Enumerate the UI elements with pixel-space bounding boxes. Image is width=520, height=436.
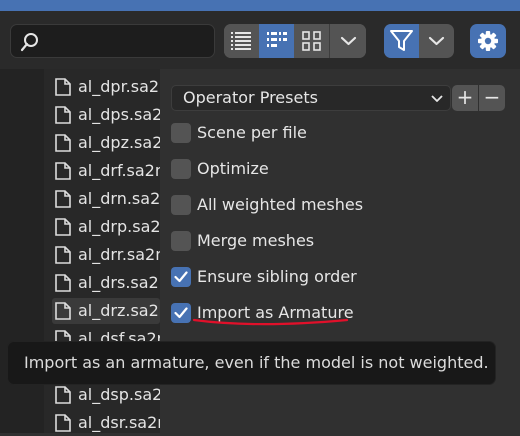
list-view-icon [231, 32, 251, 50]
option-checkbox[interactable] [171, 303, 191, 323]
annotation-underline [192, 318, 349, 326]
option-checkbox[interactable] [171, 267, 191, 287]
file-name: al_drr.sa2mdl [78, 245, 160, 264]
thumbnail-view-button[interactable] [294, 24, 329, 58]
vertical-list-button[interactable] [259, 24, 294, 58]
file-name: al_dpz.sa2mdl [78, 133, 160, 152]
file-name: al_dpr.sa2mdl [78, 77, 160, 96]
file-icon [55, 190, 71, 212]
option-checkbox[interactable] [171, 195, 191, 215]
option-row[interactable]: Scene per file [171, 122, 471, 146]
search-icon [20, 33, 38, 52]
file-list-item[interactable]: al_drs.sa2mdl [52, 270, 160, 296]
chevron-down-icon [340, 36, 357, 46]
file-list-item[interactable]: al_drr.sa2mdl [52, 242, 160, 268]
file-icon [55, 106, 71, 128]
list-vertical-icon [267, 32, 287, 47]
option-row[interactable]: Ensure sibling order [171, 266, 471, 290]
remove-preset-button[interactable]: − [479, 85, 505, 111]
tooltip: Import as an armature, even if the model… [7, 341, 496, 385]
list-view-button[interactable] [224, 24, 259, 58]
option-checkbox[interactable] [171, 123, 191, 143]
file-icon [55, 302, 71, 324]
option-label: Optimize [197, 159, 269, 178]
file-name: al_drf.sa2mdl [78, 161, 160, 180]
option-label: Merge meshes [197, 231, 315, 250]
file-icon [55, 386, 71, 408]
file-list-item[interactable]: al_dps.sa2mdl [52, 102, 160, 128]
file-list-item[interactable]: al_dpz.sa2mdl [52, 130, 160, 156]
file-list-item[interactable]: al_drn.sa2mdl [52, 186, 160, 212]
option-row[interactable]: Optimize [171, 158, 471, 182]
gear-icon [478, 31, 498, 51]
display-mode-dropdown[interactable] [329, 24, 366, 58]
file-name: al_drs.sa2mdl [78, 273, 160, 292]
file-name: al_dps.sa2mdl [78, 105, 160, 124]
tooltip-text: Import as an armature, even if the model… [24, 353, 489, 372]
thumbnail-view-icon [302, 31, 321, 51]
file-list-item[interactable]: al_dsr.sa2mdl [52, 410, 160, 436]
search-field[interactable] [10, 24, 215, 58]
option-label: Ensure sibling order [197, 267, 357, 286]
filter-dropdown[interactable] [419, 24, 454, 58]
file-icon [55, 162, 71, 184]
option-label: Scene per file [197, 123, 307, 142]
file-name: al_drz.sa2mdl [78, 301, 160, 320]
filter-icon [390, 30, 413, 51]
option-row[interactable]: All weighted meshes [171, 194, 471, 218]
display-mode-group [224, 24, 366, 58]
filter-toggle-button[interactable] [384, 24, 419, 58]
file-list-item[interactable]: al_drf.sa2mdl [52, 158, 160, 184]
chevron-down-icon [428, 36, 445, 46]
top-accent-bar [0, 0, 520, 11]
option-label: All weighted meshes [197, 195, 364, 214]
file-list-item[interactable]: al_drp.sa2mdl [52, 214, 160, 240]
settings-button[interactable] [470, 24, 506, 58]
file-name: al_drn.sa2mdl [78, 189, 160, 208]
chevron-down-icon [431, 95, 443, 102]
operator-presets-dropdown[interactable]: Operator Presets [171, 85, 451, 111]
file-list-item[interactable]: al_drz.sa2mdl [52, 298, 160, 324]
file-list-item[interactable]: al_dpr.sa2mdl [52, 74, 160, 100]
file-icon [55, 134, 71, 156]
file-name: al_dsp.sa2mdl [78, 385, 160, 404]
file-icon [55, 274, 71, 296]
filter-group [384, 24, 454, 58]
add-preset-button[interactable]: + [452, 85, 478, 111]
option-checkbox[interactable] [171, 231, 191, 251]
file-icon [55, 246, 71, 268]
file-list-item[interactable]: al_dsp.sa2mdl [52, 382, 160, 408]
file-icon [55, 218, 71, 240]
option-row[interactable]: Merge meshes [171, 230, 471, 254]
file-name: al_dsr.sa2mdl [78, 413, 160, 432]
file-icon [55, 78, 71, 100]
operator-presets-label: Operator Presets [183, 88, 318, 107]
option-checkbox[interactable] [171, 159, 191, 179]
file-name: al_drp.sa2mdl [78, 217, 160, 236]
